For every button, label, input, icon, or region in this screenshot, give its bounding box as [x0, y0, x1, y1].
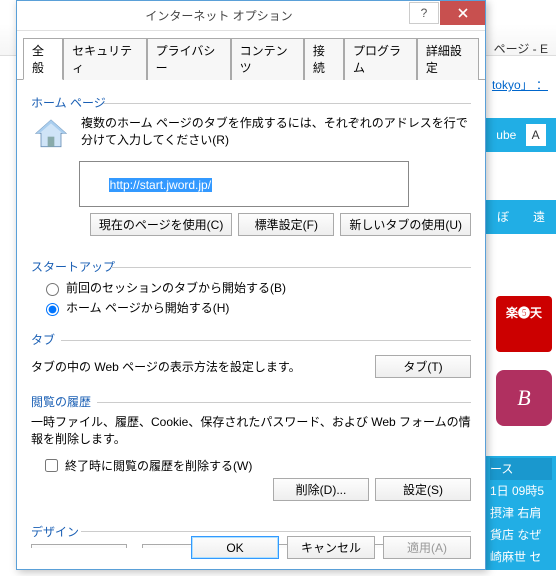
titlebar[interactable]: インターネット オプション ?	[17, 1, 485, 31]
tab-general[interactable]: 全般	[23, 38, 63, 80]
tab-connections[interactable]: 接続	[304, 38, 344, 80]
tabs-desc: タブの中の Web ページの表示方法を設定します。	[31, 358, 301, 375]
group-history: 閲覧の履歴	[31, 393, 471, 410]
tab-programs[interactable]: プログラム	[344, 38, 417, 80]
tab-privacy[interactable]: プライバシー	[147, 38, 231, 80]
group-startup: スタートアップ	[31, 258, 471, 275]
bg-b-tile[interactable]: B	[496, 370, 552, 426]
bg-nav-2[interactable]: ぼ 遠	[486, 200, 556, 234]
tab-security[interactable]: セキュリティ	[63, 38, 147, 80]
radio-last-session[interactable]: 前回のセッションのタブから開始する(B)	[41, 279, 471, 296]
bg-news[interactable]: ース 1日 09時5 摂津 右肩 貨店 なぜ 崎麻世 セ	[486, 456, 556, 570]
homepage-desc: 複数のホーム ページのタブを作成するには、それぞれのアドレスを行で分けて入力して…	[81, 115, 471, 149]
cancel-button[interactable]: キャンセル	[287, 536, 375, 559]
delete-history-button[interactable]: 削除(D)...	[273, 478, 369, 501]
ok-button[interactable]: OK	[191, 536, 279, 559]
tab-pane-general: ホーム ページ 複数のホーム ページのタブを作成するには、それぞれのアドレスを行…	[17, 80, 485, 548]
homepage-url-input[interactable]: http://start.jword.jp/	[79, 161, 409, 207]
internet-options-dialog: インターネット オプション ? 全般 セキュリティ プライバシー コンテンツ 接…	[16, 0, 486, 570]
tabs-settings-button[interactable]: タブ(T)	[375, 355, 471, 378]
history-settings-button[interactable]: 設定(S)	[375, 478, 471, 501]
history-desc: 一時ファイル、履歴、Cookie、保存されたパスワード、および Web フォーム…	[31, 414, 471, 448]
group-homepage: ホーム ページ	[31, 94, 471, 111]
bg-window-title: ページ - E	[494, 40, 548, 57]
close-icon	[458, 8, 468, 18]
use-current-page-button[interactable]: 現在のページを使用(C)	[90, 213, 232, 236]
tabstrip: 全般 セキュリティ プライバシー コンテンツ 接続 プログラム 詳細設定	[17, 31, 485, 80]
group-tabs: タブ	[31, 331, 471, 348]
use-new-tab-button[interactable]: 新しいタブの使用(U)	[340, 213, 471, 236]
dialog-buttons: OK キャンセル 適用(A)	[191, 536, 471, 559]
bg-rakuten-tile[interactable]: 楽❺天	[496, 296, 552, 352]
use-default-button[interactable]: 標準設定(F)	[238, 213, 334, 236]
tab-content[interactable]: コンテンツ	[231, 38, 304, 80]
bg-link[interactable]: tokyo」 ：	[492, 76, 548, 93]
check-delete-on-exit[interactable]: 終了時に閲覧の履歴を削除する(W)	[41, 456, 471, 475]
dialog-title: インターネット オプション	[17, 7, 409, 24]
colors-button[interactable]: 色(O)	[31, 544, 127, 548]
help-button[interactable]: ?	[409, 2, 439, 24]
bg-nav-1[interactable]: ube A	[486, 118, 556, 152]
radio-home-page[interactable]: ホーム ページから開始する(H)	[41, 299, 471, 316]
close-button[interactable]	[440, 1, 485, 25]
tab-advanced[interactable]: 詳細設定	[417, 38, 479, 80]
apply-button[interactable]: 適用(A)	[383, 536, 471, 559]
home-icon	[31, 115, 71, 155]
